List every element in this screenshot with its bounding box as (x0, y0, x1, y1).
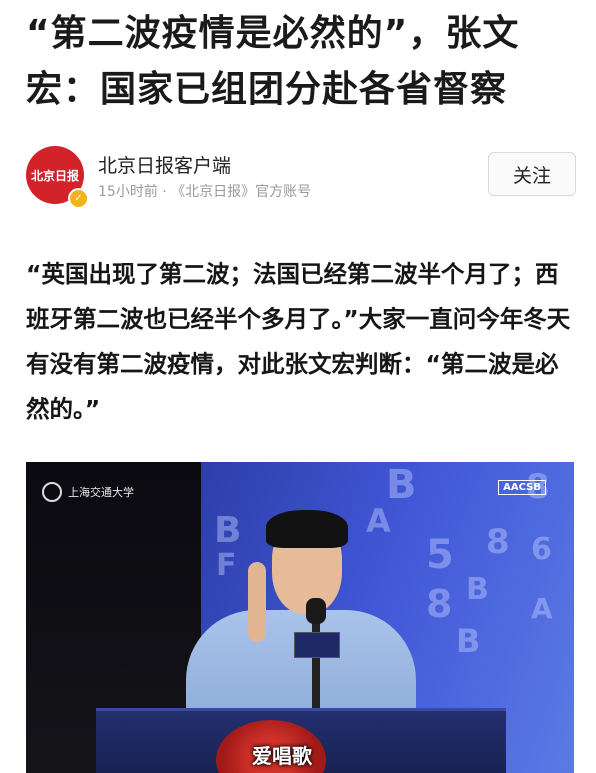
watermark-text: 爱唱歌 (252, 744, 312, 768)
aacsb-logo: AACSB (498, 480, 546, 495)
article-headline: “第二波疫情是必然的”，张文宏：国家已组团分赴各省督察 (26, 13, 520, 110)
bg-letter: A (531, 592, 553, 625)
author-name[interactable]: 北京日报客户端 (98, 151, 231, 178)
raised-finger (248, 562, 266, 642)
bg-letter: B (214, 510, 242, 551)
university-logo-text: 上海交通大学 (68, 486, 134, 499)
avatar-text: 北京日报 (30, 168, 79, 183)
bg-letter: A (366, 502, 391, 540)
author-row: 北京日报 ✓ 北京日报客户端 15小时前 · 《北京日报》官方账号 关注 (26, 146, 576, 209)
follow-button[interactable]: 关注 (488, 152, 576, 196)
bg-letter: B (466, 572, 489, 607)
verified-icon: ✓ (68, 188, 89, 209)
seal-icon (42, 482, 62, 502)
bg-letter: F (216, 548, 237, 583)
microphone-stand (312, 612, 320, 712)
bg-letter: B (456, 622, 481, 660)
microphone-flag (294, 632, 340, 658)
university-logo: 上海交通大学 (42, 482, 134, 502)
speaker-hair (266, 510, 348, 548)
author-meta: 15小时前 · 《北京日报》官方账号 (98, 184, 312, 200)
article-paragraph: “英国出现了第二波；法国已经第二波半个月了；西班牙第二波也已经半个多月了。”大家… (26, 260, 571, 423)
article-photo[interactable]: B 8 B F A 5 8 8 B 6 A B F 上海交通大学 AACSB (26, 462, 574, 773)
bg-letter: 6 (531, 532, 552, 567)
bg-letter: 8 (426, 582, 453, 626)
bg-letter: 5 (426, 532, 454, 578)
microphone-icon (306, 598, 326, 624)
bg-letter: 8 (486, 522, 510, 562)
accreditation-logos: AACSB (498, 480, 546, 495)
